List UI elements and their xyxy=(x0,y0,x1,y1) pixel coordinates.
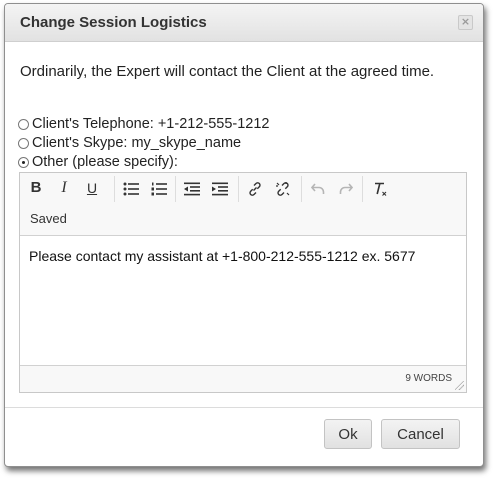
save-status: Saved xyxy=(30,211,67,226)
bold-button[interactable]: B xyxy=(22,175,50,201)
other-label: Other (please specify): xyxy=(32,154,178,170)
decrease-indent-icon[interactable] xyxy=(178,175,206,201)
remove-format-icon[interactable] xyxy=(366,175,394,201)
dialog-title: Change Session Logistics xyxy=(20,14,207,31)
telephone-radio[interactable] xyxy=(18,118,29,130)
option-skype[interactable]: Client's Skype: my_skype_name xyxy=(18,134,241,152)
rich-text-editor: B I U Saved Please contact my assistant … xyxy=(19,172,467,393)
editor-content[interactable]: Please contact my assistant at +1-800-21… xyxy=(29,248,460,264)
italic-button[interactable]: I xyxy=(50,175,78,201)
intro-text: Ordinarily, the Expert will contact the … xyxy=(20,63,435,80)
option-telephone[interactable]: Client's Telephone: +1-212-555-1212 xyxy=(18,115,270,133)
increase-indent-icon[interactable] xyxy=(206,175,234,201)
change-session-dialog: Change Session Logistics × Ordinarily, t… xyxy=(4,3,484,467)
numbered-list-icon[interactable] xyxy=(145,175,173,201)
cancel-button[interactable]: Cancel xyxy=(381,419,460,449)
word-count: 9 WORDS xyxy=(405,373,452,384)
bulleted-list-icon[interactable] xyxy=(117,175,145,201)
editor-statusbar: 9 WORDS xyxy=(20,365,466,392)
link-icon[interactable] xyxy=(241,175,269,201)
dialog-titlebar[interactable]: Change Session Logistics × xyxy=(5,4,483,42)
telephone-label: Client's Telephone: +1-212-555-1212 xyxy=(32,116,270,132)
close-button[interactable]: × xyxy=(458,15,473,30)
skype-radio[interactable] xyxy=(18,137,29,149)
ok-button[interactable]: Ok xyxy=(324,419,372,449)
skype-label: Client's Skype: my_skype_name xyxy=(32,135,242,151)
footer-divider xyxy=(5,407,483,408)
undo-icon[interactable] xyxy=(304,175,332,201)
editor-toolbar: B I U Saved xyxy=(20,173,466,236)
option-other[interactable]: Other (please specify): xyxy=(18,153,178,171)
unlink-icon[interactable] xyxy=(269,175,297,201)
redo-icon[interactable] xyxy=(332,175,360,201)
resize-grip-icon[interactable] xyxy=(455,381,464,390)
other-radio[interactable] xyxy=(18,156,29,168)
underline-button[interactable]: U xyxy=(78,175,106,201)
